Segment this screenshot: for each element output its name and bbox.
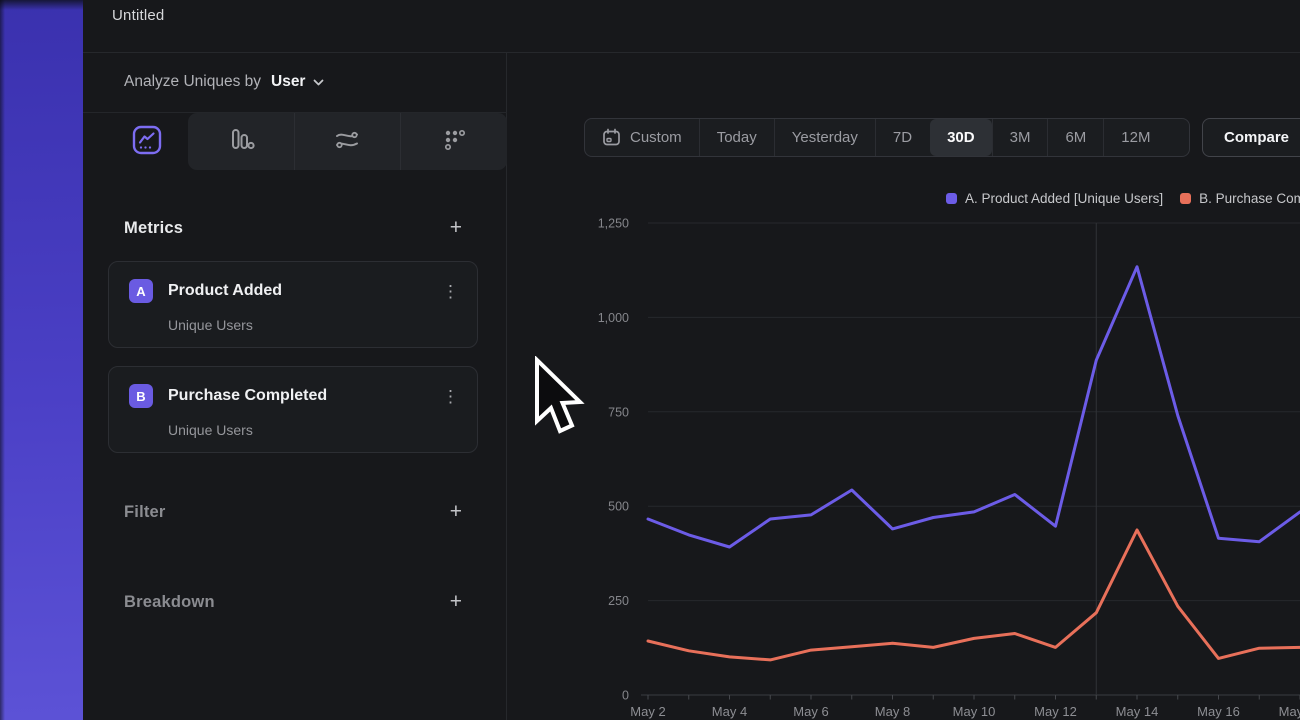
range-12m-button[interactable]: 12M [1103, 119, 1167, 156]
metric-name: Purchase Completed [168, 387, 438, 405]
range-7d-button[interactable]: 7D [875, 119, 929, 156]
kebab-menu-icon[interactable]: ⋮ [438, 283, 463, 300]
tab-line-chart[interactable] [105, 113, 188, 170]
svg-text:May 4: May 4 [712, 704, 747, 719]
svg-text:May 10: May 10 [953, 704, 996, 719]
svg-text:500: 500 [608, 500, 629, 514]
svg-text:May 6: May 6 [793, 704, 828, 719]
svg-text:1,250: 1,250 [598, 217, 629, 231]
bar-chart-icon [226, 125, 256, 158]
svg-text:May 18: May 18 [1279, 704, 1300, 719]
svg-text:750: 750 [608, 405, 629, 419]
range-3m-button[interactable]: 3M [992, 119, 1048, 156]
metric-card-a[interactable]: A Product Added ⋮ Unique Users [108, 261, 478, 348]
range-custom-button[interactable]: Custom [585, 119, 699, 156]
tab-retention[interactable] [400, 113, 507, 170]
tab-flows[interactable] [294, 113, 400, 170]
calendar-icon [602, 128, 621, 147]
add-metric-button[interactable]: + [448, 218, 464, 238]
brand-gradient-strip [0, 0, 83, 720]
chart-legend: A. Product Added [Unique Users] B. Purch… [946, 190, 1300, 206]
add-breakdown-button[interactable]: + [448, 592, 464, 612]
date-range-picker: Custom Today Yesterday 7D 30D 3M 6M 12M [584, 118, 1190, 157]
svg-text:May 14: May 14 [1116, 704, 1159, 719]
chart-panel: Custom Today Yesterday 7D 30D 3M 6M 12M … [508, 0, 1300, 720]
filter-heading: Filter [124, 503, 166, 522]
tab-bar-chart[interactable] [188, 113, 294, 170]
svg-text:0: 0 [622, 689, 629, 703]
compare-button[interactable]: Compare [1202, 118, 1300, 157]
svg-text:1,000: 1,000 [598, 311, 629, 325]
analyze-value-dropdown[interactable]: User [271, 73, 305, 91]
svg-text:May 12: May 12 [1034, 704, 1077, 719]
metric-badge-a: A [129, 279, 153, 303]
line-chart[interactable]: 0 250 500 750 1,000 1,250 May 2 May 4 May 6 May 8… [508, 0, 1300, 720]
line-chart-icon [132, 125, 162, 158]
svg-text:May 8: May 8 [875, 704, 910, 719]
metric-badge-b: B [129, 384, 153, 408]
filter-header-row: Filter + [108, 500, 478, 524]
metric-subtitle: Unique Users [168, 422, 253, 438]
kebab-menu-icon[interactable]: ⋮ [438, 388, 463, 405]
legend-item-b: B. Purchase Completed [Unique Users] [1180, 191, 1300, 206]
breakdown-header-row: Breakdown + [108, 590, 478, 614]
analyze-uniques-row: Analyze Uniques by User [124, 70, 324, 94]
range-today-button[interactable]: Today [699, 119, 774, 156]
range-6m-button[interactable]: 6M [1047, 119, 1103, 156]
range-yesterday-button[interactable]: Yesterday [774, 119, 875, 156]
legend-item-a: A. Product Added [Unique Users] [946, 191, 1163, 206]
legend-swatch-purple [946, 193, 957, 204]
retention-icon [439, 125, 469, 158]
breakdown-heading: Breakdown [124, 593, 215, 612]
svg-text:May 16: May 16 [1197, 704, 1240, 719]
svg-text:250: 250 [608, 594, 629, 608]
chevron-down-icon[interactable] [313, 79, 324, 86]
analyze-label: Analyze Uniques by [124, 73, 261, 91]
range-30d-button[interactable]: 30D [930, 119, 992, 156]
legend-swatch-orange [1180, 193, 1191, 204]
metric-name: Product Added [168, 282, 438, 300]
document-title[interactable]: Untitled [112, 7, 164, 24]
svg-text:May 2: May 2 [630, 704, 665, 719]
metric-subtitle: Unique Users [168, 317, 253, 333]
add-filter-button[interactable]: + [448, 502, 464, 522]
flows-icon [332, 125, 362, 158]
metric-card-b[interactable]: B Purchase Completed ⋮ Unique Users [108, 366, 478, 453]
metrics-header-row: Metrics + [108, 216, 478, 240]
query-sidebar: Analyze Uniques by User [83, 53, 507, 720]
metrics-heading: Metrics [124, 219, 183, 238]
